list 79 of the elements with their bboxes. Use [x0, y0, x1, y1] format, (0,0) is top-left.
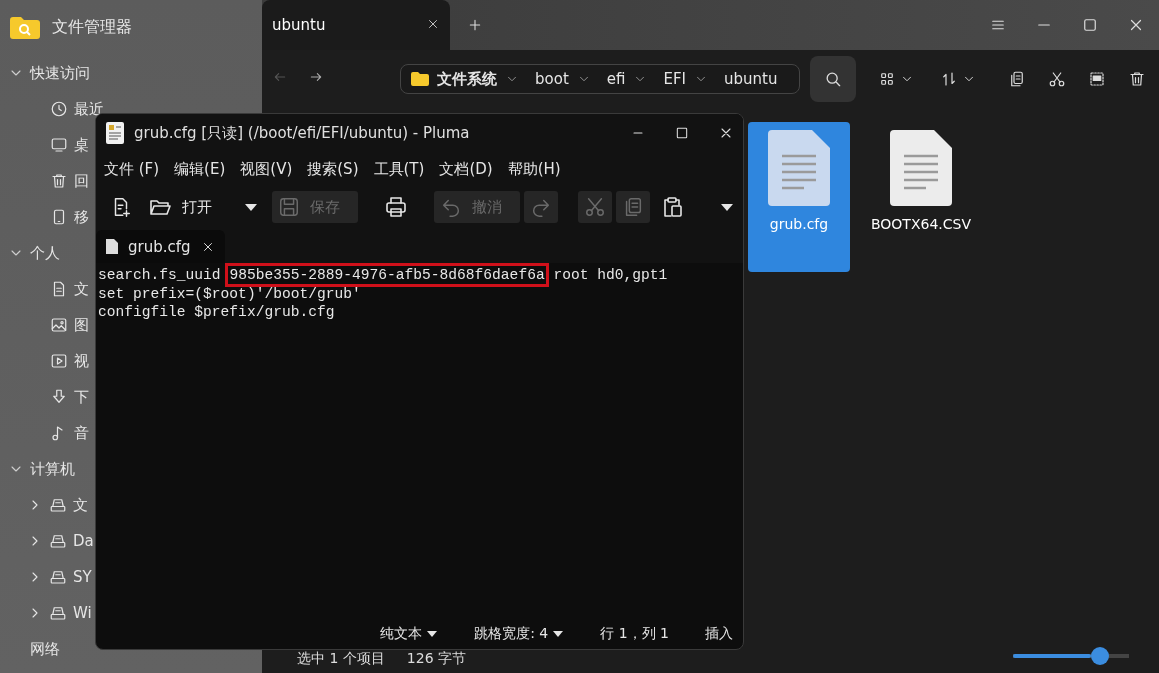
section-label[interactable]: 计算机: [30, 459, 75, 479]
play-icon: [50, 352, 68, 370]
breadcrumb-item[interactable]: efi: [606, 70, 626, 88]
folder-search-icon: [10, 16, 40, 39]
scissors-icon: [584, 196, 606, 218]
clock-icon: [50, 100, 68, 118]
section-label[interactable]: 个人: [30, 243, 60, 263]
language-selector[interactable]: 纯文本: [380, 625, 439, 643]
menu-item[interactable]: 编辑(E): [174, 159, 226, 179]
caret-icon: [426, 630, 439, 638]
file-name: BOOTX64.CSV: [870, 216, 971, 232]
document-icon: [106, 239, 118, 254]
monitor-icon: [50, 136, 68, 154]
download-icon: [50, 388, 68, 406]
printer-icon: [384, 195, 408, 219]
document-tab[interactable]: grub.cfg: [96, 230, 225, 263]
sidebar-item[interactable]: Da: [73, 532, 94, 550]
menu-item[interactable]: 文档(D): [439, 159, 493, 179]
scissors-icon[interactable]: [1048, 70, 1066, 88]
drive-icon: [49, 568, 67, 586]
menu-item[interactable]: 工具(T): [373, 159, 425, 179]
code-line: search.fs_uuid 985be355-2889-4976-afb5-8d68f6daef6a root hd0,gpt1: [98, 266, 741, 285]
copy-icon[interactable]: [1008, 70, 1026, 88]
sidebar-item[interactable]: 图: [74, 315, 89, 335]
text-editor-icon: [106, 122, 124, 144]
breadcrumb-item[interactable]: ubuntu: [724, 70, 778, 88]
drive-icon: [49, 532, 67, 550]
breadcrumb-item[interactable]: 文件系统: [437, 69, 497, 89]
text-file-icon: [890, 130, 952, 206]
maximize-icon[interactable]: [674, 125, 690, 141]
folder-icon: [411, 72, 429, 86]
file-tile[interactable]: BOOTX64.CSV: [870, 122, 972, 272]
menu-item[interactable]: 文件 (F): [104, 159, 160, 179]
sidebar-item[interactable]: 文: [73, 495, 88, 515]
trash-icon: [50, 172, 68, 190]
search-button[interactable]: [810, 56, 856, 102]
file-size: 126 字节: [406, 650, 466, 668]
selection-count: 选中 1 个项目: [297, 650, 385, 668]
cursor-position: 行 1，列 1: [600, 625, 669, 643]
sidebar-item[interactable]: Wi: [73, 604, 92, 622]
sidebar-item[interactable]: 下: [74, 387, 89, 407]
sidebar-item[interactable]: 视: [74, 351, 89, 371]
sidebar-item[interactable]: 桌: [74, 135, 89, 155]
menu-item[interactable]: 帮助(H): [507, 159, 561, 179]
plus-icon[interactable]: [467, 17, 483, 33]
grid-view-icon[interactable]: [878, 70, 896, 88]
caret-icon: [720, 202, 734, 212]
file-name: grub.cfg: [769, 216, 829, 232]
window-title: grub.cfg [只读] (/boot/efi/EFI/ubuntu) - Pluma: [134, 123, 471, 143]
sidebar-item[interactable]: 音: [74, 423, 89, 443]
app-title: 文件管理器: [52, 17, 132, 38]
drive-icon: [49, 496, 67, 514]
file-tile[interactable]: grub.cfg: [748, 122, 850, 272]
menu-item[interactable]: 搜索(S): [307, 159, 359, 179]
code-line: set prefix=($root)'/boot/grub': [98, 284, 362, 303]
tab-width-selector[interactable]: 跳格宽度: 4: [474, 625, 565, 643]
section-label[interactable]: 网络: [30, 639, 60, 659]
breadcrumb-item[interactable]: EFI: [663, 70, 686, 88]
text-file-icon: [768, 130, 830, 206]
menu-item[interactable]: 视图(V): [240, 159, 293, 179]
drive-icon: [49, 604, 67, 622]
open-button[interactable]: 打开: [142, 191, 230, 223]
code-line: configfile $prefix/grub.cfg: [98, 303, 336, 322]
caret-icon: [244, 202, 258, 212]
sort-icon[interactable]: [940, 70, 958, 88]
sidebar-item[interactable]: 文: [74, 279, 89, 299]
slider-thumb[interactable]: [1090, 646, 1109, 665]
section-label[interactable]: 快速访问: [30, 63, 90, 83]
trash-icon[interactable]: [1128, 70, 1146, 88]
sidebar-item[interactable]: 移: [74, 207, 89, 227]
maximize-icon[interactable]: [1081, 16, 1099, 34]
image-icon: [50, 316, 68, 334]
sidebar-item[interactable]: SY: [73, 568, 92, 586]
breadcrumb-item[interactable]: boot: [535, 70, 569, 88]
folder-tab[interactable]: ubuntu: [262, 0, 450, 50]
sidebar-item[interactable]: 回: [74, 171, 89, 191]
insert-mode: 插入: [705, 625, 733, 643]
select-all-icon[interactable]: [1088, 70, 1106, 88]
caret-icon: [552, 630, 565, 638]
